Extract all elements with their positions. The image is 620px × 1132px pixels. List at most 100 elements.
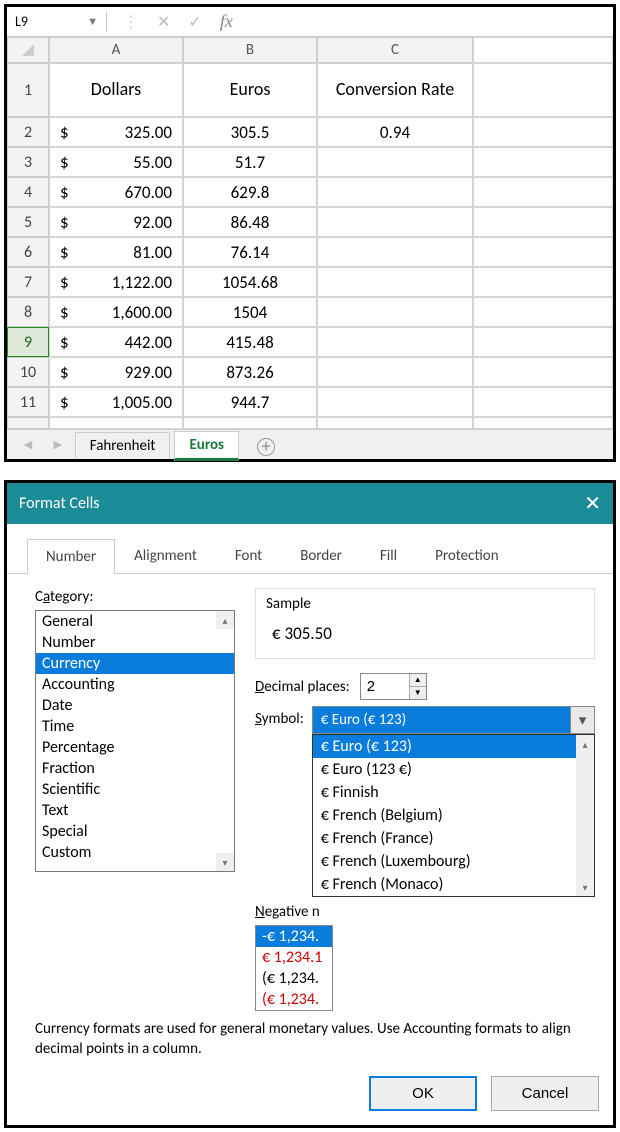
negative-option[interactable]: € 1,234.1 <box>256 947 332 968</box>
cell[interactable]: 305.5 <box>183 117 317 147</box>
row-header[interactable]: 3 <box>7 147 49 177</box>
col-header-b[interactable]: B <box>183 37 317 63</box>
category-item[interactable]: Fraction <box>36 758 234 779</box>
cell[interactable]: Euros <box>183 63 317 117</box>
close-icon[interactable]: ✕ <box>584 491 601 516</box>
cell[interactable]: $442.00 <box>49 327 183 357</box>
cell[interactable] <box>473 117 613 147</box>
cell[interactable]: Conversion Rate <box>317 63 473 117</box>
add-sheet-button[interactable]: + <box>243 431 289 461</box>
cell[interactable] <box>473 417 613 429</box>
category-item[interactable]: Number <box>36 632 234 653</box>
row-header[interactable] <box>7 417 49 429</box>
name-box[interactable]: L9 ▼ <box>7 11 107 32</box>
scroll-up-icon[interactable]: ▴ <box>216 611 234 629</box>
row-header[interactable]: 1 <box>7 63 49 117</box>
chevron-down-icon[interactable]: ▾ <box>570 707 594 733</box>
category-list[interactable]: General Number Currency Accounting Date … <box>35 610 235 872</box>
category-item[interactable]: General <box>36 611 234 632</box>
cell[interactable]: 51.7 <box>183 147 317 177</box>
category-item[interactable]: Custom <box>36 842 234 863</box>
enter-icon[interactable]: ✓ <box>188 12 201 32</box>
select-all-corner[interactable] <box>7 37 49 63</box>
step-up-icon[interactable]: ▲ <box>409 674 426 686</box>
symbol-dropdown[interactable]: € Euro (€ 123) € Euro (123 €) € Finnish … <box>312 734 595 897</box>
cell[interactable] <box>317 297 473 327</box>
cell[interactable]: 944.7 <box>183 387 317 417</box>
cell[interactable] <box>317 327 473 357</box>
cell[interactable]: $1,122.00 <box>49 267 183 297</box>
category-item[interactable]: Currency <box>36 653 234 674</box>
negative-option[interactable]: (€ 1,234. <box>256 989 332 1010</box>
cell[interactable]: $929.00 <box>49 357 183 387</box>
scroll-down-icon[interactable]: ▾ <box>576 878 594 896</box>
tab-euros[interactable]: Euros <box>174 431 239 461</box>
row-header[interactable]: 5 <box>7 207 49 237</box>
symbol-option[interactable]: € Finnish <box>313 781 594 804</box>
category-item[interactable]: Accounting <box>36 674 234 695</box>
symbol-option[interactable]: € French (Monaco) <box>313 873 594 896</box>
symbol-option[interactable]: € French (Belgium) <box>313 804 594 827</box>
col-header-a[interactable]: A <box>49 37 183 63</box>
tab-nav-prev-icon[interactable]: ◄ <box>15 436 41 453</box>
cell[interactable] <box>317 417 473 429</box>
tab-protection[interactable]: Protection <box>416 538 517 573</box>
decimal-places-input[interactable] <box>361 674 409 699</box>
cell[interactable] <box>473 387 613 417</box>
category-item[interactable]: Percentage <box>36 737 234 758</box>
negative-option[interactable]: (€ 1,234. <box>256 968 332 989</box>
cell[interactable] <box>317 177 473 207</box>
row-header[interactable]: 4 <box>7 177 49 207</box>
cell[interactable] <box>317 267 473 297</box>
row-header[interactable]: 6 <box>7 237 49 267</box>
cell[interactable] <box>317 387 473 417</box>
cell[interactable]: $81.00 <box>49 237 183 267</box>
cell[interactable]: 86.48 <box>183 207 317 237</box>
cell[interactable]: $670.00 <box>49 177 183 207</box>
tab-fill[interactable]: Fill <box>361 538 416 573</box>
cell[interactable] <box>473 357 613 387</box>
row-header[interactable]: 10 <box>7 357 49 387</box>
tab-nav-next-icon[interactable]: ► <box>45 436 71 453</box>
row-header[interactable]: 11 <box>7 387 49 417</box>
cell[interactable] <box>473 267 613 297</box>
col-header-c[interactable]: C <box>317 37 473 63</box>
symbol-option[interactable]: € Euro (123 €) <box>313 758 594 781</box>
cancel-button[interactable]: Cancel <box>491 1076 599 1111</box>
decimal-places-stepper[interactable]: ▲ ▼ <box>360 673 427 700</box>
cell[interactable] <box>317 207 473 237</box>
cell[interactable]: 873.26 <box>183 357 317 387</box>
scroll-up-icon[interactable]: ▴ <box>576 735 594 753</box>
cell[interactable]: 0.94 <box>317 117 473 147</box>
cell[interactable] <box>473 207 613 237</box>
category-item[interactable]: Date <box>36 695 234 716</box>
tab-font[interactable]: Font <box>216 538 281 573</box>
cell[interactable]: $1,005.00 <box>49 387 183 417</box>
cell[interactable]: $55.00 <box>49 147 183 177</box>
cell[interactable] <box>183 417 317 429</box>
cell[interactable] <box>49 417 183 429</box>
ok-button[interactable]: OK <box>369 1076 477 1111</box>
category-item[interactable]: Special <box>36 821 234 842</box>
negative-option[interactable]: -€ 1,234. <box>256 926 332 947</box>
category-item[interactable]: Scientific <box>36 779 234 800</box>
cell[interactable] <box>473 147 613 177</box>
cell[interactable] <box>317 147 473 177</box>
cell[interactable]: 1054.68 <box>183 267 317 297</box>
cell[interactable] <box>317 357 473 387</box>
scroll-down-icon[interactable]: ▾ <box>216 853 234 871</box>
category-item[interactable]: Text <box>36 800 234 821</box>
negative-numbers-list[interactable]: -€ 1,234. € 1,234.1 (€ 1,234. (€ 1,234. <box>255 925 333 1011</box>
symbol-option[interactable]: € French (France) <box>313 827 594 850</box>
category-item[interactable]: Time <box>36 716 234 737</box>
tab-fahrenheit[interactable]: Fahrenheit <box>75 432 171 459</box>
symbol-option[interactable]: € Euro (€ 123) <box>313 735 594 758</box>
cell[interactable] <box>317 237 473 267</box>
fx-icon[interactable]: fx <box>220 11 233 32</box>
symbol-option[interactable]: € French (Luxembourg) <box>313 850 594 873</box>
cancel-icon[interactable]: ✕ <box>157 12 170 32</box>
cell[interactable] <box>473 177 613 207</box>
tab-border[interactable]: Border <box>281 538 361 573</box>
cell[interactable]: 629.8 <box>183 177 317 207</box>
row-header[interactable]: 2 <box>7 117 49 147</box>
